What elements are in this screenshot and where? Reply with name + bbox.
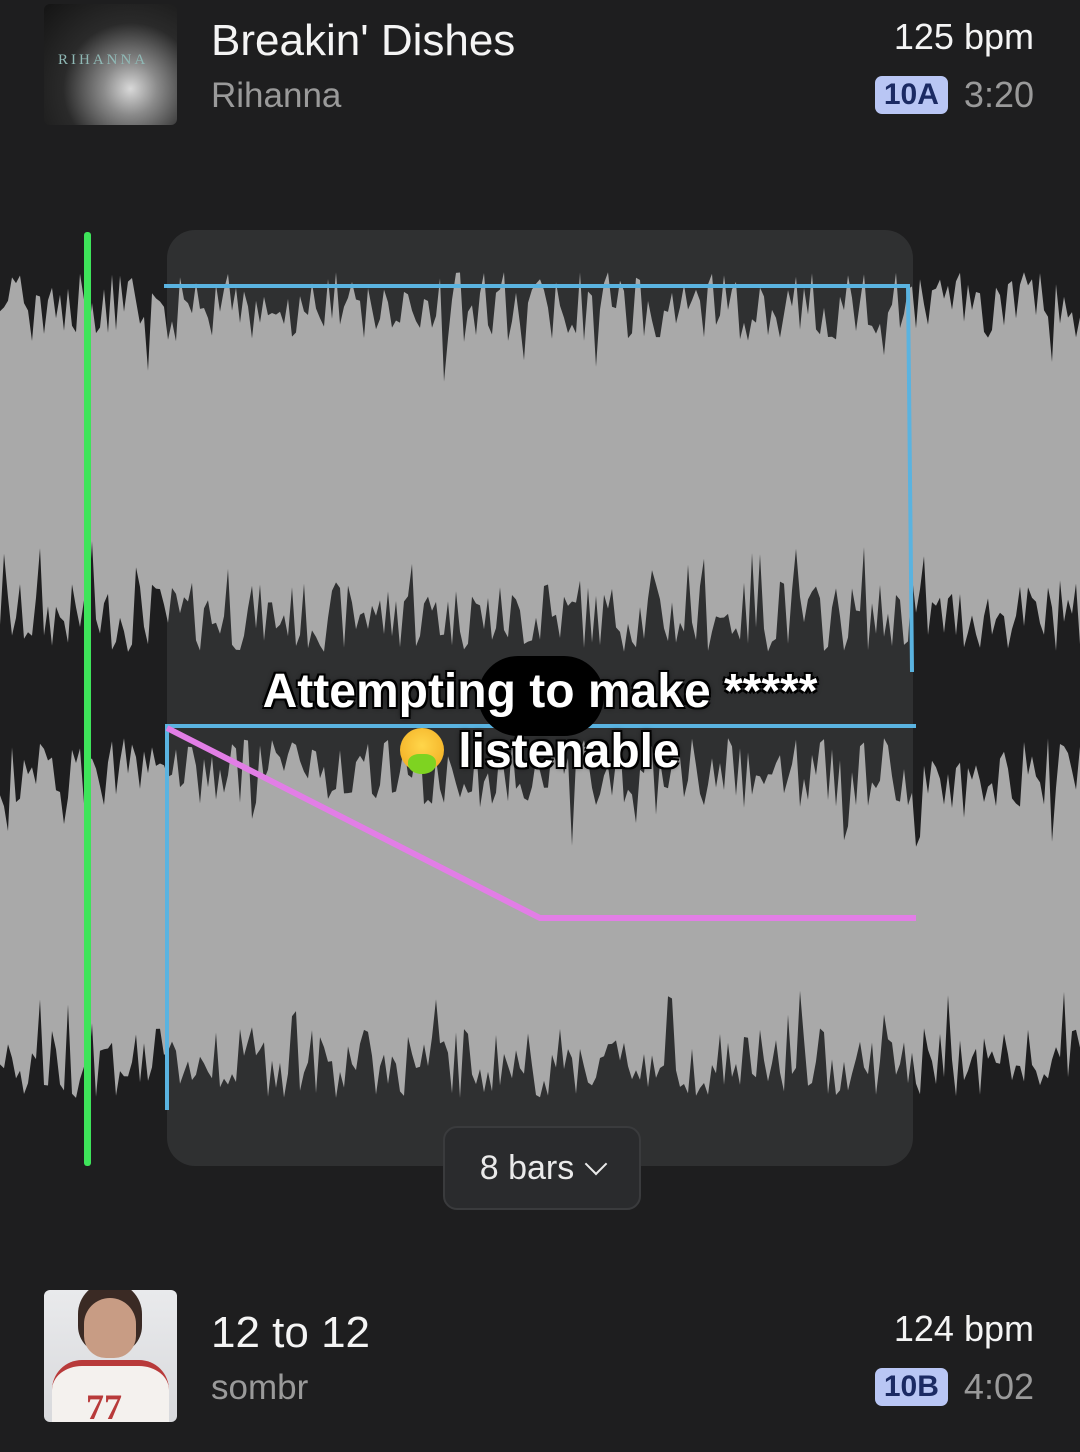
track-artist: sombr xyxy=(211,1368,309,1407)
key-duration-row: 10B 4:02 xyxy=(874,1366,1034,1408)
bottom-track-header[interactable]: 77 12 to 12 sombr 124 bpm 10B 4:02 xyxy=(0,1288,1080,1428)
key-duration-row: 10A 3:20 xyxy=(874,74,1034,116)
caption-line-1: Attempting to make ***** xyxy=(262,665,818,718)
transition-length-label: 8 bars xyxy=(479,1148,575,1187)
transition-length-dropdown[interactable]: 8 bars xyxy=(443,1126,641,1210)
key-badge: 10B xyxy=(874,1368,948,1406)
top-track-header[interactable]: RIHANNA Breakin' Dishes Rihanna 125 bpm … xyxy=(0,0,1080,140)
vomiting-face-icon xyxy=(400,728,445,775)
waveform-top-track xyxy=(0,272,1080,652)
track-duration: 4:02 xyxy=(963,1366,1034,1407)
caption-line-2: listenable xyxy=(0,724,1080,779)
track-title: Breakin' Dishes xyxy=(211,16,516,65)
album-art-bottom: 77 xyxy=(44,1290,177,1422)
chevron-down-icon xyxy=(584,1152,608,1176)
track-artist: Rihanna xyxy=(211,76,342,115)
album-art-top: RIHANNA xyxy=(44,4,177,125)
album-art-text: 77 xyxy=(86,1387,122,1422)
track-duration: 3:20 xyxy=(963,74,1034,115)
key-badge: 10A xyxy=(874,76,948,114)
track-title: 12 to 12 xyxy=(211,1308,371,1357)
track-bpm: 124 bpm xyxy=(893,1308,1034,1349)
caption-line-2-text: listenable xyxy=(458,725,680,778)
track-bpm: 125 bpm xyxy=(893,16,1034,57)
album-art-text: RIHANNA xyxy=(58,52,149,68)
album-art-figure-head xyxy=(84,1298,136,1358)
